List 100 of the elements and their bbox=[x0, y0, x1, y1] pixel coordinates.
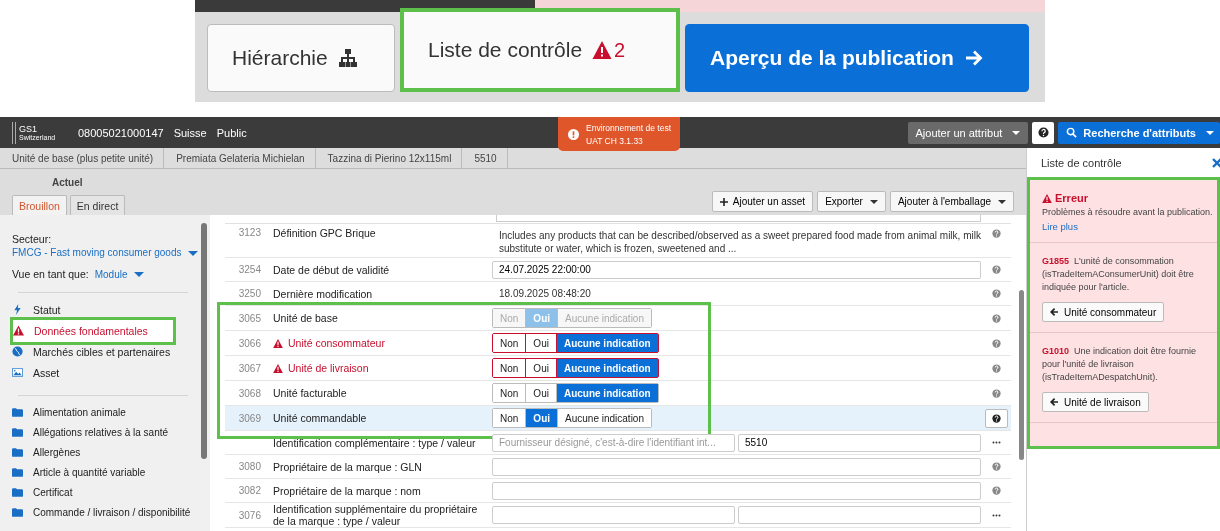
toggle-option[interactable]: Aucune indication bbox=[558, 409, 651, 427]
input-field[interactable] bbox=[496, 215, 981, 222]
attribute-label: Unité de base bbox=[273, 312, 339, 324]
sector-label: Secteur: bbox=[12, 233, 52, 245]
version-tab[interactable]: En direct bbox=[69, 195, 126, 215]
breadcrumb-item[interactable]: Unité de base (plus petite unité) bbox=[0, 148, 165, 168]
attribute-number: 3250 bbox=[237, 288, 261, 299]
warning-icon bbox=[592, 40, 613, 60]
view-dropdown[interactable]: Module bbox=[94, 268, 145, 280]
toggle-option[interactable]: Aucune indication bbox=[556, 384, 658, 402]
attribute-label: Unité facturable bbox=[273, 387, 348, 399]
gtin-text: 08005021000147 bbox=[78, 126, 164, 139]
help-button[interactable] bbox=[984, 408, 1008, 428]
more-icon[interactable] bbox=[991, 441, 1001, 444]
toggle-option[interactable]: Non bbox=[493, 384, 527, 402]
attribute-number: 3067 bbox=[237, 362, 261, 374]
input-field[interactable] bbox=[492, 481, 981, 500]
toast-version: UAT CH 3.1.33 bbox=[586, 135, 644, 146]
go-to-field-button[interactable]: Unité de livraison bbox=[1042, 392, 1149, 412]
toggle-option[interactable]: Non bbox=[493, 334, 527, 352]
dropdown-button[interactable]: Exporter bbox=[817, 191, 886, 212]
country-text: Suisse bbox=[173, 126, 207, 139]
version-tab[interactable]: Brouillon bbox=[12, 195, 67, 215]
checklist-button[interactable]: Liste de contrôle 2 bbox=[400, 8, 680, 92]
toast-title: Environnement de test bbox=[586, 122, 672, 133]
attribute-number: 3066 bbox=[237, 337, 261, 349]
hierarchy-icon bbox=[337, 48, 358, 68]
folder-icon bbox=[12, 426, 23, 438]
input-field[interactable]: Fournisseur désigné, c'est-à-dire l'identifiant int... bbox=[492, 433, 735, 452]
attribute-label: Propriétaire de la marque : nom bbox=[273, 484, 422, 497]
toggle-option[interactable]: Aucune indication bbox=[556, 334, 658, 352]
warning-icon bbox=[273, 338, 283, 348]
sidebar-item[interactable]: Asset bbox=[0, 362, 68, 383]
attribute-value: Includes any products that can be described/observed as a sweet prepared food made from animal milk, milk substitute or water, which is frozen, sweetened and ... bbox=[498, 229, 981, 255]
sidebar-folder-item[interactable]: Article à quantité variable bbox=[0, 462, 200, 482]
scrollbar[interactable] bbox=[200, 215, 210, 531]
attribute-label: Propriétaire de la marque : GLN bbox=[273, 460, 423, 473]
help-icon bbox=[991, 229, 1001, 238]
breadcrumb-item[interactable]: 5510 bbox=[462, 148, 508, 168]
hierarchy-button[interactable]: Hiérarchie bbox=[207, 24, 395, 92]
close-icon[interactable] bbox=[1212, 157, 1220, 168]
sidebar-folder-item[interactable]: Commande / livraison / disponibilité bbox=[0, 502, 200, 522]
sidebar-folder-item[interactable]: Alimentation animale bbox=[0, 402, 200, 422]
help-button[interactable] bbox=[1032, 121, 1055, 144]
sidebar-item[interactable]: Données fondamentales bbox=[10, 316, 176, 345]
attribute-search-button[interactable]: Recherche d'attributs bbox=[1058, 121, 1220, 144]
attribute-number: 3068 bbox=[237, 387, 261, 399]
input-field[interactable] bbox=[492, 506, 735, 524]
add-attribute-button[interactable]: Ajouter un attribut bbox=[907, 121, 1029, 144]
dropdown-button[interactable]: Ajouter à l'emballage bbox=[889, 191, 1014, 212]
view-label: Vue en tant que: bbox=[12, 268, 89, 280]
attribute-number: 3065 bbox=[237, 312, 261, 324]
input-field[interactable]: 24.07.2025 22:00:00 bbox=[492, 260, 981, 279]
attribute-number: 3123 bbox=[237, 227, 261, 238]
sidebar-folder-item[interactable]: Allergènes bbox=[0, 442, 200, 462]
version-label: Actuel bbox=[52, 177, 83, 188]
attribute-number: 3080 bbox=[237, 461, 261, 472]
breadcrumb-item[interactable]: Premiata Gelateria Michielan bbox=[164, 148, 316, 168]
error-description: Problèmes à résoudre avant la publication. bbox=[1042, 206, 1213, 219]
attribute-number: 3082 bbox=[237, 485, 261, 496]
attribute-label: Identification supplémentaire du propriétaire de la marque : type / valeur bbox=[273, 503, 479, 527]
error-heading: Erreur bbox=[1042, 192, 1089, 204]
attribute-label: Identification complémentaire : type / valeur bbox=[273, 436, 477, 449]
warning-icon bbox=[273, 363, 283, 373]
input-field[interactable] bbox=[492, 457, 981, 476]
globe-icon bbox=[12, 346, 23, 357]
folder-icon bbox=[12, 466, 23, 478]
help-icon bbox=[991, 486, 1001, 495]
toggle-option[interactable]: Oui bbox=[526, 409, 559, 427]
publish-preview-button[interactable]: Aperçu de la publication bbox=[685, 24, 1029, 92]
attribute-label: Définition GPC Brique bbox=[273, 227, 377, 239]
issue-text: G1855 L'unité de consommation (isTradeItemAConsumerUnit) doit être indiquée pour l'article. bbox=[1042, 255, 1195, 294]
attribute-label: Date de début de validité bbox=[273, 263, 391, 276]
input-field[interactable]: 5510 bbox=[738, 433, 981, 452]
more-icon[interactable] bbox=[991, 513, 1001, 517]
sidebar-folder-item[interactable]: Allégations relatives à la santé bbox=[0, 422, 200, 442]
attribute-number: 3076 bbox=[237, 509, 261, 521]
attribute-label: Dernière modification bbox=[273, 287, 374, 300]
help-icon bbox=[991, 265, 1001, 274]
sidebar-folder-item[interactable]: Certificat bbox=[0, 482, 200, 502]
attribute-number: 3254 bbox=[237, 264, 261, 275]
toggle-option[interactable]: Non bbox=[493, 359, 527, 377]
input-field[interactable] bbox=[738, 506, 981, 524]
help-icon bbox=[991, 462, 1001, 471]
help-icon bbox=[991, 289, 1001, 298]
arrow-left-icon bbox=[1050, 398, 1058, 406]
arrow-right-icon bbox=[963, 48, 984, 68]
go-to-field-button[interactable]: Unité consommateur bbox=[1042, 302, 1165, 322]
breadcrumb-item[interactable]: Tazzina di Pierino 12x115ml bbox=[315, 148, 463, 168]
folder-icon bbox=[12, 406, 23, 418]
add-asset-button[interactable]: Ajouter un asset bbox=[711, 191, 814, 212]
visibility-text: Public bbox=[216, 126, 247, 139]
search-icon bbox=[1066, 127, 1078, 138]
warning-icon bbox=[1042, 193, 1052, 203]
toggle-option[interactable]: Non bbox=[493, 409, 527, 427]
toggle-option[interactable]: Aucune indication bbox=[556, 359, 658, 377]
attribute-label: Unité de livraison bbox=[273, 362, 492, 374]
help-icon bbox=[991, 313, 1001, 323]
read-more-link[interactable]: Lire plus bbox=[1042, 221, 1078, 232]
help-icon bbox=[991, 413, 1001, 423]
